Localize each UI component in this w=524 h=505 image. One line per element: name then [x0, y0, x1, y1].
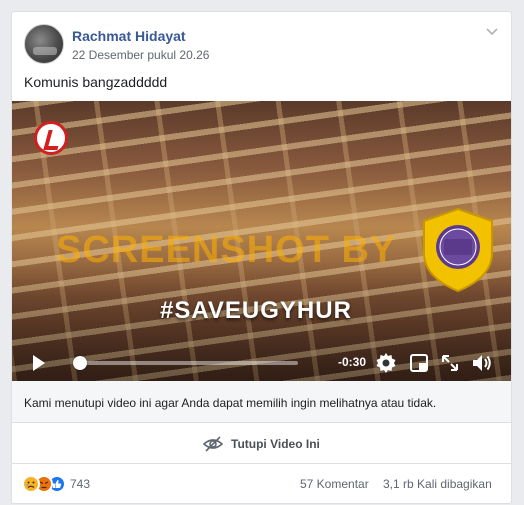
watermark-text: SCREENSHOT BY — [56, 229, 397, 271]
video-controls: -0:30 — [12, 345, 511, 381]
play-icon[interactable] — [26, 351, 50, 375]
notice-text: Kami menutupi video ini agar Anda dapat … — [24, 396, 437, 410]
gear-icon[interactable] — [374, 351, 398, 375]
progress-thumb[interactable] — [73, 356, 88, 370]
volume-icon[interactable] — [470, 351, 494, 375]
reaction-count: 743 — [70, 477, 91, 491]
mini-player-icon[interactable] — [407, 351, 431, 375]
post-header: Rachmat Hidayat 22 Desember pukul 20.26 — [12, 12, 511, 74]
channel-logo — [34, 121, 68, 155]
comments-count-link[interactable]: 57 Komentar — [300, 477, 369, 491]
video-cover-notice: Kami menutupi video ini agar Anda dapat … — [12, 381, 511, 423]
hide-video-button[interactable]: Tutupi Video Ini — [12, 424, 511, 464]
sad-reaction-icon — [22, 475, 40, 493]
post-footer: 743 57 Komentar 3,1 rb Kali dibagikan — [12, 465, 511, 505]
post-card: Rachmat Hidayat 22 Desember pukul 20.26 … — [11, 11, 512, 504]
post-timestamp[interactable]: 22 Desember pukul 20.26 — [72, 48, 209, 62]
chevron-down-icon[interactable] — [485, 26, 499, 40]
avatar[interactable] — [24, 24, 64, 64]
post-text: Komunis bangzaddddd — [24, 74, 168, 90]
hide-video-label: Tutupi Video Ini — [231, 437, 320, 451]
fullscreen-icon[interactable] — [438, 351, 462, 375]
author-name[interactable]: Rachmat Hidayat — [72, 28, 186, 44]
video-hashtag: #SAVEUGYHUR — [160, 297, 352, 324]
video-progress-bar[interactable] — [73, 356, 298, 370]
time-remaining: -0:30 — [338, 355, 367, 369]
video-player[interactable]: SCREENSHOT BY #SAVEUGYHUR -0:30 — [12, 101, 511, 381]
eye-slash-icon — [202, 435, 224, 453]
mafindo-stamp — [420, 207, 496, 293]
shares-count-link[interactable]: 3,1 rb Kali dibagikan — [383, 477, 492, 491]
